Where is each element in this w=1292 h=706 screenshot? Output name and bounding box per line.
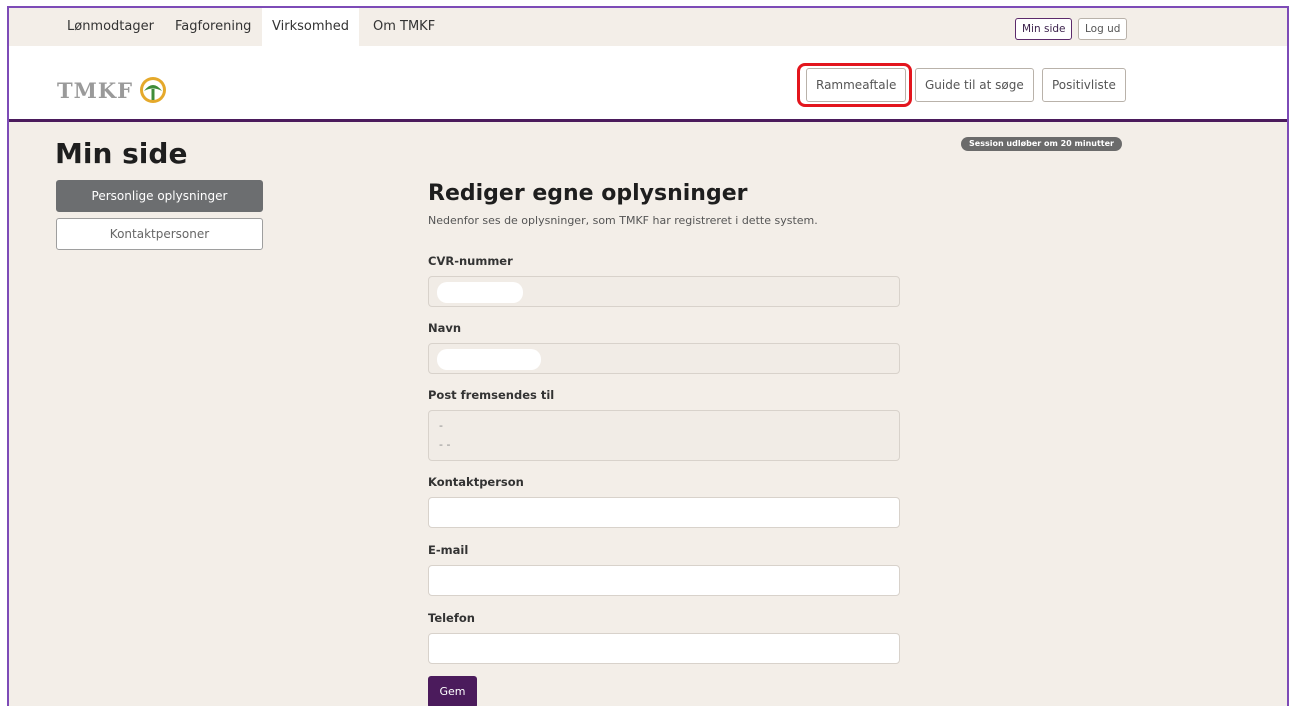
app-frame: Lønmodtager Fagforening Virksomhed Om TM…: [7, 6, 1289, 706]
guide-button[interactable]: Guide til at søge: [915, 68, 1034, 102]
navn-field: [428, 343, 900, 374]
nav-fagforening[interactable]: Fagforening: [175, 8, 251, 46]
navn-label: Navn: [428, 321, 462, 335]
telefon-input[interactable]: [428, 633, 900, 664]
email-label: E-mail: [428, 543, 469, 557]
positivliste-button[interactable]: Positivliste: [1042, 68, 1126, 102]
email-field-group: E-mail: [428, 543, 902, 596]
logo[interactable]: TMKF: [57, 78, 133, 103]
tree-icon[interactable]: [139, 76, 167, 104]
cvr-field: [428, 276, 900, 307]
min-side-button[interactable]: Min side: [1015, 18, 1073, 40]
post-field-group: Post fremsendes til - - -: [428, 388, 902, 461]
telefon-field-group: Telefon: [428, 611, 902, 664]
cvr-label: CVR-nummer: [428, 254, 513, 268]
navn-field-group: Navn: [428, 321, 902, 374]
top-nav: Lønmodtager Fagforening Virksomhed Om TM…: [9, 8, 1287, 46]
kontakt-field-group: Kontaktperson: [428, 475, 902, 528]
form-intro: Nedenfor ses de oplysninger, som TMKF ha…: [428, 214, 818, 227]
kontaktperson-input[interactable]: [428, 497, 900, 528]
edit-form: Rediger egne oplysninger Nedenfor ses de…: [428, 181, 902, 706]
page-title: Min side: [55, 137, 188, 170]
address-line-2: - -: [439, 438, 451, 451]
nav-lonmodtager[interactable]: Lønmodtager: [67, 8, 154, 46]
telefon-label: Telefon: [428, 611, 475, 625]
highlight-annotation: [797, 63, 912, 107]
sidebar-item-kontaktpersoner[interactable]: Kontaktpersoner: [56, 218, 263, 250]
form-title: Rediger egne oplysninger: [428, 181, 748, 206]
save-button[interactable]: Gem: [428, 676, 477, 706]
kontakt-label: Kontaktperson: [428, 475, 524, 489]
post-label: Post fremsendes til: [428, 388, 555, 402]
address-line-1: -: [439, 419, 443, 432]
nav-om-tmkf[interactable]: Om TMKF: [373, 8, 435, 46]
nav-virksomhed[interactable]: Virksomhed: [262, 8, 359, 46]
logout-button[interactable]: Log ud: [1078, 18, 1128, 40]
session-badge: Session udløber om 20 minutter: [961, 137, 1122, 151]
redacted-value: [437, 349, 541, 370]
site-header: TMKF Rammeaftale Guide til at søge Posit…: [9, 46, 1287, 122]
email-input[interactable]: [428, 565, 900, 596]
sidebar-item-personlige-oplysninger[interactable]: Personlige oplysninger: [56, 180, 263, 212]
post-address-field: - - -: [428, 410, 900, 461]
cvr-field-group: CVR-nummer: [428, 254, 902, 307]
main-content: Min side Session udløber om 20 minutter …: [9, 125, 1287, 706]
redacted-value: [437, 282, 523, 303]
